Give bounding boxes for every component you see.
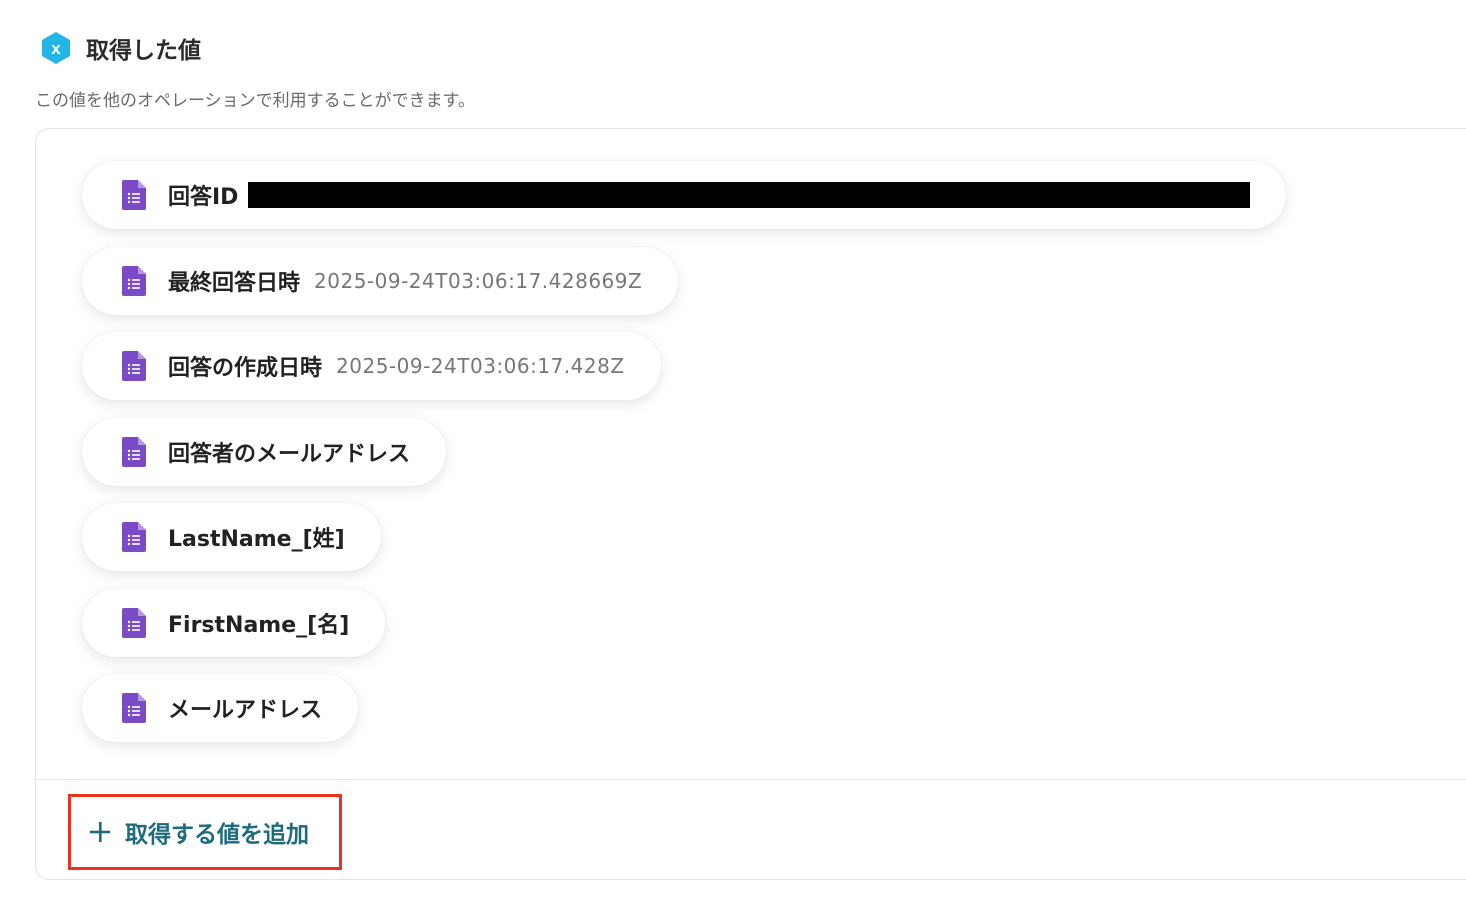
svg-text:x: x — [51, 39, 61, 58]
value-chip-first-name[interactable]: FirstName_[名] — [82, 588, 386, 657]
chip-label: LastName_[姓] — [168, 527, 345, 552]
google-forms-icon — [122, 607, 146, 638]
chip-label: 回答者のメールアドレス — [168, 441, 411, 467]
value-chip-last-response-time[interactable]: 最終回答日時 2025-09-24T03:06:17.428669Z — [82, 246, 679, 315]
chip-label: FirstName_[名] — [168, 612, 350, 638]
google-forms-icon — [122, 522, 146, 552]
section-header: x 取得した値 — [38, 30, 201, 66]
add-value-label: 取得する値を追加 — [125, 822, 309, 848]
section-subtitle: この値を他のオペレーションで利用することができます。 — [35, 91, 475, 111]
google-forms-icon — [122, 436, 146, 467]
chip-value: 2025-09-24T03:06:17.428669Z — [314, 268, 643, 293]
google-forms-icon — [122, 180, 146, 210]
plus-icon — [90, 822, 110, 842]
redacted-value — [248, 182, 1251, 208]
google-forms-icon — [122, 351, 146, 381]
value-chip-email[interactable]: メールアドレス — [82, 674, 359, 742]
section-title: 取得した値 — [86, 38, 201, 64]
value-chip-list: 回答ID 最終回答日時 2025-09-24T03:06:17.428669Z — [82, 161, 1287, 760]
value-chip-created-time[interactable]: 回答の作成日時 2025-09-24T03:06:17.428Z — [82, 332, 661, 400]
chip-label: 回答ID — [168, 185, 239, 210]
panel-divider — [36, 779, 1466, 780]
google-forms-icon — [122, 265, 146, 296]
variable-x-icon: x — [38, 30, 74, 66]
chip-label: 最終回答日時 — [168, 270, 301, 296]
chip-label: メールアドレス — [168, 698, 323, 723]
add-value-button[interactable]: 取得する値を追加 — [68, 794, 342, 870]
chip-label: 回答の作成日時 — [168, 356, 323, 381]
chip-value: 2025-09-24T03:06:17.428Z — [336, 354, 625, 378]
values-panel: 回答ID 最終回答日時 2025-09-24T03:06:17.428669Z — [35, 128, 1466, 880]
value-chip-respondent-email[interactable]: 回答者のメールアドレス — [82, 417, 447, 486]
google-forms-icon — [122, 693, 146, 723]
value-chip-response-id[interactable]: 回答ID — [82, 161, 1287, 229]
value-chip-last-name[interactable]: LastName_[姓] — [82, 503, 381, 571]
